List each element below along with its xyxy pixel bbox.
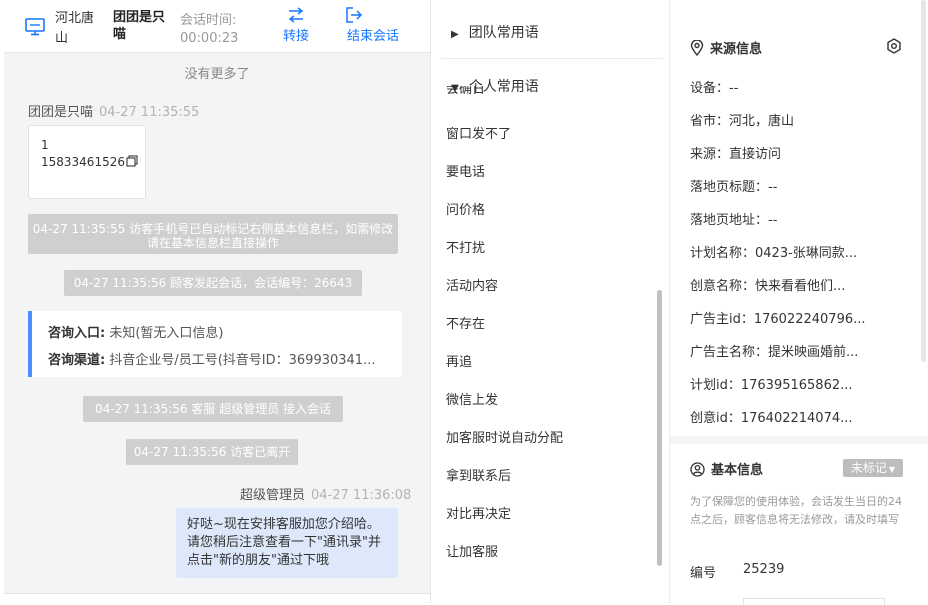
no-more-messages: 没有更多了 (184, 67, 250, 82)
system-notice: 04-27 11:35:56 客服 超级管理员 接入会话 (83, 396, 343, 422)
phrase-scrollbar[interactable] (657, 290, 662, 566)
monitor-icon (25, 18, 45, 36)
phrase-item[interactable]: 会确日 (446, 86, 485, 97)
transfer-label: 转接 (282, 29, 309, 44)
consult-entry-value: 未知(暂无入口信息) (109, 326, 224, 341)
location-pin-icon (690, 39, 704, 57)
copy-icon[interactable] (126, 155, 138, 167)
phrase-item[interactable]: 窗口发不了 (446, 123, 511, 142)
consult-channel-row: 咨询渠道: 抖音企业号/员工号(抖音号ID：369930341... (48, 349, 375, 368)
customer-service-console: 河北唐山 团团是只喵 会话时间: 00:00:23 转接 结束会话 没有更多了 (0, 0, 928, 605)
user-icon (690, 462, 705, 477)
team-phrases-label: 团队常用语 (468, 25, 539, 41)
visitor-message-time: 04-27 11:35:55 (99, 105, 200, 120)
visitor-sender: 团团是只喵 (28, 105, 94, 120)
phrase-item[interactable]: 再追 (446, 351, 472, 370)
caret-down-icon: ▼ (888, 465, 896, 474)
info-province: 省市：河北，唐山 (690, 114, 795, 129)
visitor-message-line2: 15833461526 (41, 155, 138, 169)
quick-phrases-panel: ▶ 团队常用语 ▼ 个人常用语 会确日 窗口发不了 要电话 问价格 不打扰 活动内容… (431, 0, 670, 603)
phrase-item[interactable]: 拿到联系后 (446, 465, 511, 484)
mark-dropdown[interactable]: 未标记 ▼ (843, 459, 903, 477)
phrase-list: 会确日 窗口发不了 要电话 问价格 不打扰 活动内容 不存在 再追 微信上发 加… (431, 86, 661, 576)
basic-info-title: 基本信息 (690, 459, 763, 478)
phrase-item[interactable]: 不打扰 (446, 237, 485, 256)
agent-message-time: 04-27 11:36:08 (311, 488, 412, 503)
team-phrases-group[interactable]: ▶ 团队常用语 (451, 22, 539, 42)
phrase-item[interactable]: 活动内容 (446, 275, 498, 294)
visitor-name: 团团是只喵 (113, 10, 166, 42)
info-source: 来源：直接访问 (690, 147, 782, 162)
system-notice: 04-27 11:35:56 访客已离开 (126, 439, 298, 465)
customer-id-value: 25239 (743, 562, 785, 577)
info-advertiser-name: 广告主名称：提米映画婚前... (690, 345, 859, 360)
visitor-location: 河北唐山 (55, 11, 95, 46)
session-time-value: 00:00:23 (180, 31, 239, 46)
chat-input-toolbar (4, 593, 430, 604)
source-info-title: 来源信息 (690, 38, 762, 57)
customer-id-label: 编号 (690, 566, 717, 581)
phrase-item[interactable]: 加客服时说自动分配 (446, 427, 563, 446)
visitor-message-line1: 1 (41, 138, 49, 152)
consult-channel-value: 抖音企业号/员工号(抖音号ID：369930341... (109, 353, 376, 368)
info-input-field[interactable] (743, 598, 885, 605)
info-scrollbar[interactable] (921, 0, 926, 362)
phrase-item[interactable]: 不存在 (446, 313, 485, 332)
info-device: 设备：-- (690, 81, 739, 96)
info-creative-id: 创意id：176402214074... (690, 411, 853, 426)
info-landing-url: 落地页地址：-- (690, 213, 778, 228)
basic-info-label: 基本信息 (711, 463, 764, 478)
phrase-item[interactable]: 问价格 (446, 199, 485, 218)
section-divider (670, 436, 928, 444)
logout-icon (346, 7, 363, 23)
phrase-item[interactable]: 让加客服 (446, 541, 498, 560)
info-landing-title: 落地页标题：-- (690, 180, 778, 195)
phrase-item[interactable]: 要电话 (446, 161, 485, 180)
phrase-item[interactable]: 对比再决定 (446, 503, 511, 522)
divider (441, 58, 663, 59)
edit-deadline-notice: 为了保障您的使用体验，会话发生当日的24点之后，顾客信息将无法修改，请及时填写 (690, 495, 902, 526)
caret-right-icon: ▶ (451, 29, 459, 40)
end-session-label: 结束会话 (346, 29, 399, 44)
system-notice: 04-27 11:35:56 顾客发起会话，会话编号：26643 (64, 270, 362, 296)
info-plan-id: 计划id：176395165862... (690, 378, 853, 393)
end-session-button[interactable]: 结束会话 (343, 7, 403, 44)
source-info-label: 来源信息 (710, 42, 763, 57)
consult-entry-label: 咨询入口: (48, 326, 106, 341)
phrase-item[interactable]: 微信上发 (446, 389, 498, 408)
consult-info-box: 咨询入口: 未知(暂无入口信息) 咨询渠道: 抖音企业号/员工号(抖音号ID：3… (28, 311, 402, 377)
chat-panel: 河北唐山 团团是只喵 会话时间: 00:00:23 转接 结束会话 没有更多了 (4, 0, 431, 604)
visitor-phone: 15833461526 (41, 155, 125, 169)
chat-header: 河北唐山 团团是只喵 会话时间: 00:00:23 转接 结束会话 (4, 0, 430, 53)
session-time-label: 会话时间: (180, 13, 237, 28)
settings-icon[interactable] (886, 38, 902, 54)
consult-channel-label: 咨询渠道: (48, 353, 106, 368)
chat-messages: 没有更多了 团团是只喵 04-27 11:35:55 1 15833461526 … (4, 53, 430, 593)
agent-message-text: 好哒~现在安排客服加您介绍哈。请您稍后注意查看一下"通讯录"并点击"新的朋友"通… (187, 517, 381, 568)
info-advertiser-id: 广告主id：176022240796... (690, 312, 866, 327)
transfer-icon (288, 7, 304, 23)
info-creative-name: 创意名称：快来看看他们... (690, 279, 846, 294)
mark-dropdown-value: 未标记 (850, 461, 887, 475)
customer-info-panel: 来源信息 设备：-- 省市：河北，唐山 来源：直接访问 落地页标题：-- 落地页… (670, 0, 928, 605)
system-notice: 04-27 11:35:55 访客手机号已自动标记右侧基本信息栏，如需修改请在基… (28, 214, 398, 254)
info-plan-name: 计划名称：0423-张琳同款... (690, 246, 858, 261)
consult-entry-row: 咨询入口: 未知(暂无入口信息) (48, 322, 224, 341)
transfer-button[interactable]: 转接 (279, 7, 313, 44)
agent-sender: 超级管理员 (240, 488, 306, 503)
visitor-message-meta: 团团是只喵 04-27 11:35:55 (28, 101, 199, 120)
agent-message-meta: 超级管理员 04-27 11:36:08 (240, 484, 411, 503)
visitor-message-card: 1 15833461526 (28, 125, 146, 199)
agent-message-bubble: 好哒~现在安排客服加您介绍哈。请您稍后注意查看一下"通讯录"并点击"新的朋友"通… (176, 508, 398, 578)
